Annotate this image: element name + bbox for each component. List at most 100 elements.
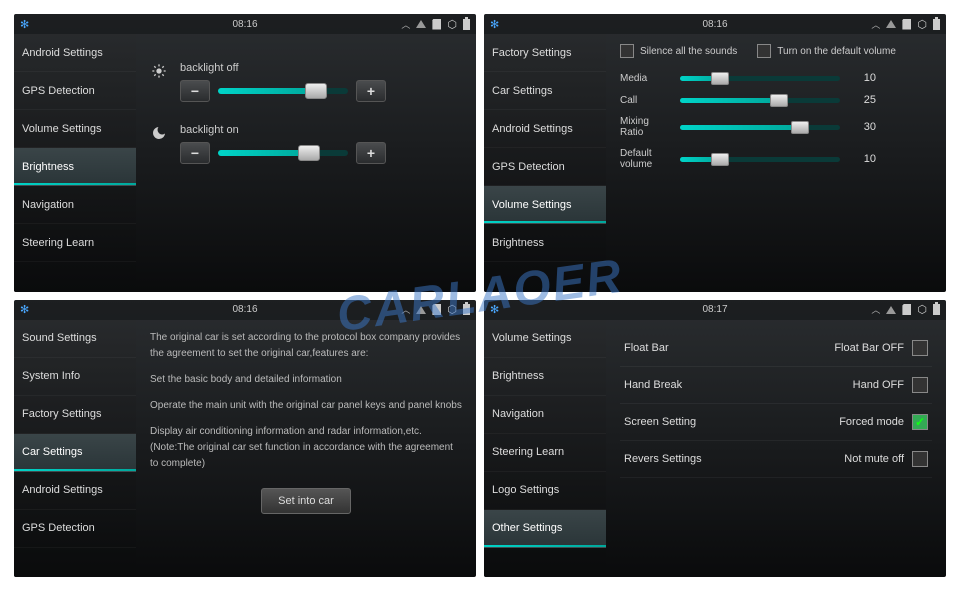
- option-row[interactable]: Screen SettingForced mode: [620, 404, 932, 441]
- sun-icon: [150, 62, 168, 80]
- sidebar-item[interactable]: Logo Settings: [484, 472, 606, 510]
- volume-value: 10: [850, 153, 876, 165]
- sidebar-item[interactable]: Factory Settings: [484, 34, 606, 72]
- battery-icon: [463, 19, 470, 30]
- battery-icon: [933, 304, 940, 315]
- clock: 08:16: [232, 304, 257, 315]
- sidebar: Sound SettingsSystem InfoFactory Setting…: [14, 320, 136, 578]
- minus-button[interactable]: −: [180, 80, 210, 102]
- clock: 08:16: [232, 19, 257, 30]
- option-checkbox[interactable]: [912, 340, 928, 356]
- volume-label: Call: [620, 95, 670, 106]
- sidebar-item[interactable]: Car Settings: [14, 434, 136, 472]
- option-checkbox[interactable]: [912, 377, 928, 393]
- sidebar-item[interactable]: GPS Detection: [14, 72, 136, 110]
- wifi-icon: ⬡: [447, 303, 457, 316]
- sidebar-item[interactable]: Android Settings: [14, 472, 136, 510]
- sidebar-item[interactable]: GPS Detection: [484, 148, 606, 186]
- chevron-up-icon: ︿: [871, 303, 880, 316]
- sidebar: Volume SettingsBrightnessNavigationSteer…: [484, 320, 606, 578]
- sidebar-item[interactable]: Brightness: [14, 148, 136, 186]
- sidebar-item[interactable]: Factory Settings: [14, 396, 136, 434]
- option-value: Forced mode: [839, 416, 904, 428]
- sd-card-icon: [902, 304, 911, 315]
- option-label: Float Bar: [624, 342, 669, 354]
- minus-button[interactable]: −: [180, 142, 210, 164]
- clock: 08:17: [702, 304, 727, 315]
- status-bar: ✻ 08:16 ︿ ⬡: [484, 14, 946, 34]
- sidebar-item[interactable]: Navigation: [484, 396, 606, 434]
- sidebar-item[interactable]: Other Settings: [484, 510, 606, 548]
- bluetooth-icon: ✻: [490, 18, 499, 31]
- chevron-up-icon: ︿: [871, 18, 880, 31]
- description-text: Set the basic body and detailed informat…: [150, 372, 462, 388]
- signal-icon: [416, 306, 426, 314]
- default-volume-checkbox[interactable]: Turn on the default volume: [757, 44, 896, 58]
- wifi-icon: ⬡: [447, 18, 457, 31]
- sidebar-item[interactable]: Sound Settings: [14, 320, 136, 358]
- sidebar-item[interactable]: Android Settings: [484, 110, 606, 148]
- sidebar-item[interactable]: Volume Settings: [14, 110, 136, 148]
- battery-icon: [463, 304, 470, 315]
- option-row[interactable]: Float Bar Float Bar OFF: [620, 330, 932, 367]
- volume-row: Mixing Ratio 30: [620, 116, 932, 138]
- volume-value: 10: [850, 72, 876, 84]
- status-bar: ✻ 08:16 ︿ ⬡: [14, 300, 476, 320]
- volume-value: 25: [850, 94, 876, 106]
- wifi-icon: ⬡: [917, 303, 927, 316]
- sidebar-item[interactable]: Steering Learn: [484, 434, 606, 472]
- volume-row: Default volume10: [620, 148, 932, 170]
- battery-icon: [933, 19, 940, 30]
- description-text: Display air conditioning information and…: [150, 424, 462, 472]
- option-row[interactable]: Hand BreakHand OFF: [620, 367, 932, 404]
- sidebar-item[interactable]: Car Settings: [484, 72, 606, 110]
- option-value: Float Bar OFF: [834, 342, 904, 354]
- volume-slider[interactable]: [680, 157, 840, 162]
- volume-row: Media10: [620, 72, 932, 84]
- panel-brightness: ✻ 08:16 ︿ ⬡ Android SettingsGPS Detectio…: [14, 14, 476, 292]
- silence-checkbox[interactable]: Silence all the sounds: [620, 44, 737, 58]
- signal-icon: [886, 20, 896, 28]
- clock: 08:16: [702, 19, 727, 30]
- volume-slider[interactable]: [680, 76, 840, 81]
- backlight-off-label: backlight off: [180, 62, 462, 74]
- panel-car-settings: ✻ 08:16 ︿ ⬡ Sound SettingsSystem InfoFac…: [14, 300, 476, 578]
- plus-button[interactable]: +: [356, 80, 386, 102]
- option-row[interactable]: Revers SettingsNot mute off: [620, 441, 932, 478]
- signal-icon: [416, 20, 426, 28]
- volume-slider[interactable]: [680, 98, 840, 103]
- volume-label: Mixing Ratio: [620, 116, 670, 138]
- sidebar: Factory SettingsCar SettingsAndroid Sett…: [484, 34, 606, 292]
- sidebar: Android SettingsGPS DetectionVolume Sett…: [14, 34, 136, 292]
- backlight-on-slider[interactable]: [218, 150, 348, 156]
- sidebar-item[interactable]: Brightness: [484, 358, 606, 396]
- status-bar: ✻ 08:17 ︿ ⬡: [484, 300, 946, 320]
- set-into-car-button[interactable]: Set into car: [261, 488, 351, 514]
- sidebar-item[interactable]: System Info: [14, 358, 136, 396]
- option-checkbox[interactable]: [912, 414, 928, 430]
- bluetooth-icon: ✻: [490, 303, 499, 316]
- sd-card-icon: [902, 19, 911, 30]
- sidebar-item[interactable]: Volume Settings: [484, 320, 606, 358]
- status-bar: ✻ 08:16 ︿ ⬡: [14, 14, 476, 34]
- moon-icon: [150, 124, 168, 142]
- sidebar-item[interactable]: Brightness: [484, 224, 606, 262]
- chevron-up-icon: ︿: [401, 303, 410, 316]
- sidebar-item[interactable]: Android Settings: [14, 34, 136, 72]
- volume-slider[interactable]: [680, 125, 840, 130]
- volume-value: 30: [850, 121, 876, 133]
- sidebar-item[interactable]: GPS Detection: [14, 510, 136, 548]
- plus-button[interactable]: +: [356, 142, 386, 164]
- sidebar-item[interactable]: Steering Learn: [14, 224, 136, 262]
- sidebar-item[interactable]: Navigation: [14, 186, 136, 224]
- option-label: Revers Settings: [624, 453, 702, 465]
- description-text: Operate the main unit with the original …: [150, 398, 462, 414]
- backlight-off-slider[interactable]: [218, 88, 348, 94]
- backlight-on-label: backlight on: [180, 124, 462, 136]
- option-checkbox[interactable]: [912, 451, 928, 467]
- sidebar-item[interactable]: Volume Settings: [484, 186, 606, 224]
- panel-other-settings: ✻ 08:17 ︿ ⬡ Volume SettingsBrightnessNav…: [484, 300, 946, 578]
- volume-row: Call 25: [620, 94, 932, 106]
- signal-icon: [886, 306, 896, 314]
- wifi-icon: ⬡: [917, 18, 927, 31]
